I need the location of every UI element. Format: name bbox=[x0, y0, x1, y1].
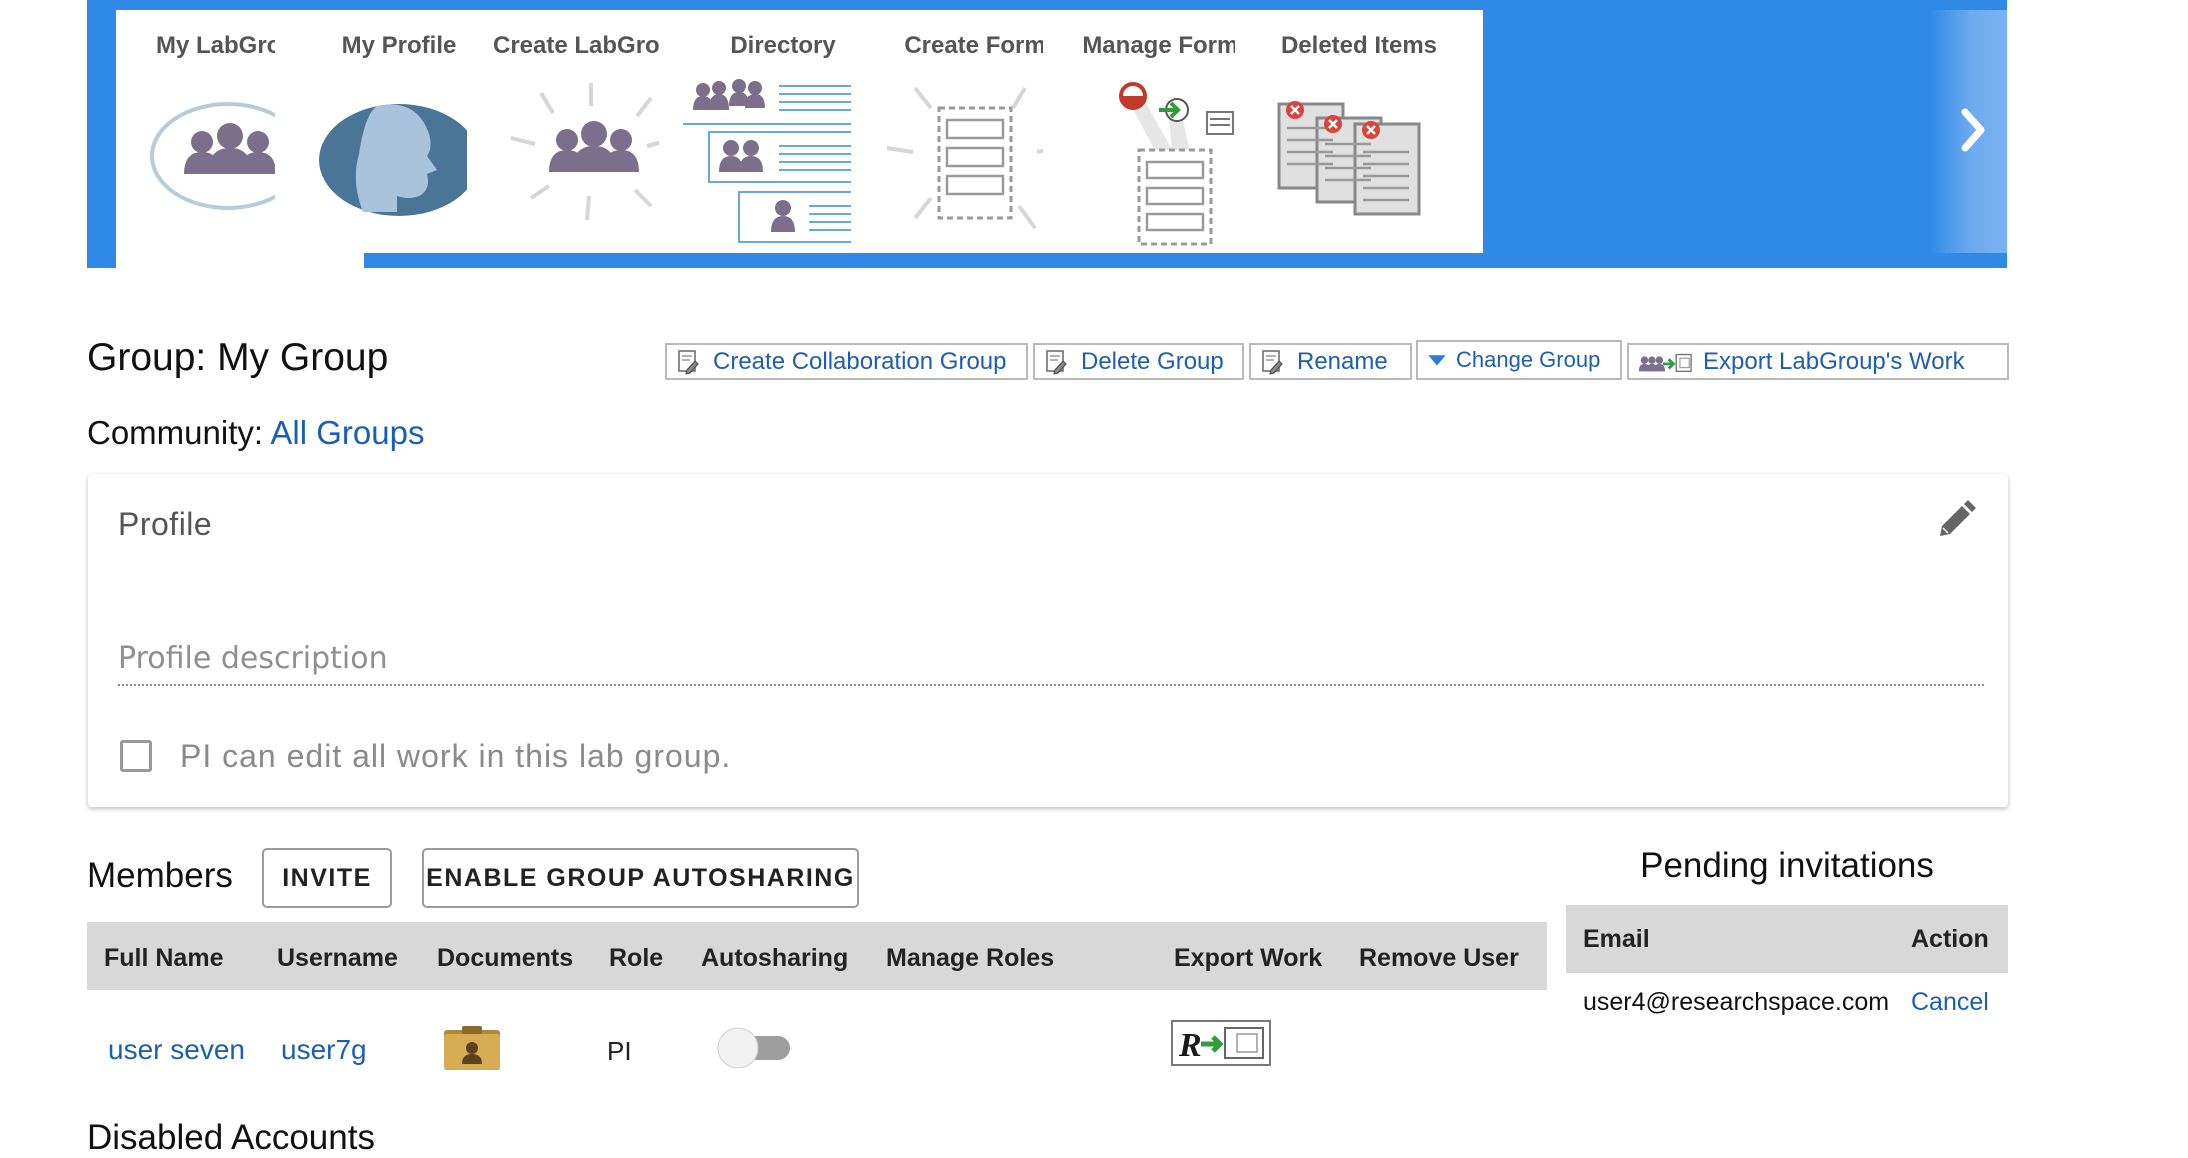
disabled-accounts-heading: Disabled Accounts bbox=[87, 1118, 375, 1157]
pending-invitations-heading: Pending invitations bbox=[1640, 846, 1934, 885]
members-heading: Members bbox=[87, 856, 233, 895]
export-group-icon bbox=[1638, 353, 1692, 372]
col-full-name: Full Name bbox=[104, 944, 224, 972]
col-manage-roles: Manage Roles bbox=[886, 944, 1055, 972]
col-export-work: Export Work bbox=[1174, 944, 1323, 972]
cancel-invitation-link[interactable]: Cancel bbox=[1911, 988, 1989, 1017]
profile-description-input[interactable] bbox=[118, 632, 1984, 686]
profile-heading: Profile bbox=[118, 506, 213, 542]
tile-label: Deleted Items bbox=[1280, 32, 1438, 59]
col-action: Action bbox=[1911, 925, 1989, 953]
col-role: Role bbox=[609, 944, 664, 972]
tools-tile-bar: My LabGroups My Profile Create LabGroup bbox=[87, 0, 2007, 268]
chevron-right-icon[interactable] bbox=[1949, 100, 1999, 160]
rename-label: Rename bbox=[1297, 347, 1388, 375]
deleted-items-icon bbox=[1277, 101, 1421, 216]
col-email: Email bbox=[1583, 925, 1650, 953]
delete-group-label: Delete Group bbox=[1081, 347, 1224, 375]
export-labgroup-work-label: Export LabGroup's Work bbox=[1703, 347, 1965, 375]
member-role: PI bbox=[607, 1036, 632, 1066]
profile-card: Profile PI can edit all work in this lab… bbox=[88, 474, 2008, 807]
col-autosharing: Autosharing bbox=[701, 944, 849, 972]
enable-group-autosharing-button[interactable]: ENABLE GROUP AUTOSHARING bbox=[422, 848, 859, 908]
tile-deleted-items[interactable]: Deleted Items bbox=[1235, 10, 1483, 253]
pending-email: user4@researchspace.com bbox=[1583, 988, 1890, 1016]
rename-button[interactable]: Rename bbox=[1249, 343, 1412, 380]
export-labgroup-work-button[interactable]: Export LabGroup's Work bbox=[1627, 343, 2009, 380]
col-documents: Documents bbox=[437, 944, 574, 972]
change-group-label: Change Group bbox=[1456, 347, 1601, 372]
create-collaboration-group-label: Create Collaboration Group bbox=[713, 347, 1007, 375]
documents-folder-icon[interactable] bbox=[442, 1024, 502, 1072]
page-title: Group: My Group bbox=[87, 336, 389, 379]
members-table-header: Full Name Username Documents Role Autosh… bbox=[87, 922, 1547, 990]
community-label: Community: bbox=[87, 414, 264, 451]
edit-document-icon bbox=[1262, 349, 1283, 375]
pi-edit-label: PI can edit all work in this lab group. bbox=[180, 738, 732, 774]
caret-down-icon bbox=[1428, 355, 1446, 366]
col-remove-user: Remove User bbox=[1359, 944, 1519, 972]
pi-edit-checkbox[interactable] bbox=[120, 740, 152, 772]
autosharing-toggle[interactable] bbox=[716, 1026, 796, 1070]
pending-table-header: Email Action bbox=[1566, 905, 2008, 973]
col-username: Username bbox=[277, 944, 398, 972]
invite-button[interactable]: INVITE bbox=[262, 848, 392, 908]
export-work-icon[interactable]: R bbox=[1171, 1020, 1271, 1066]
member-full-name-link[interactable]: user seven bbox=[108, 1034, 245, 1066]
member-username-link[interactable]: user7g bbox=[281, 1034, 367, 1066]
create-collaboration-group-button[interactable]: Create Collaboration Group bbox=[665, 343, 1028, 380]
community-line: Community: All Groups bbox=[87, 414, 424, 452]
svg-text:R: R bbox=[1178, 1027, 1202, 1064]
delete-group-button[interactable]: Delete Group bbox=[1033, 343, 1244, 380]
change-group-dropdown[interactable]: Change Group bbox=[1416, 340, 1622, 380]
edit-document-icon bbox=[678, 349, 699, 375]
community-link[interactable]: All Groups bbox=[270, 414, 424, 451]
edit-document-icon bbox=[1046, 349, 1067, 375]
pencil-icon[interactable] bbox=[1934, 498, 1978, 542]
